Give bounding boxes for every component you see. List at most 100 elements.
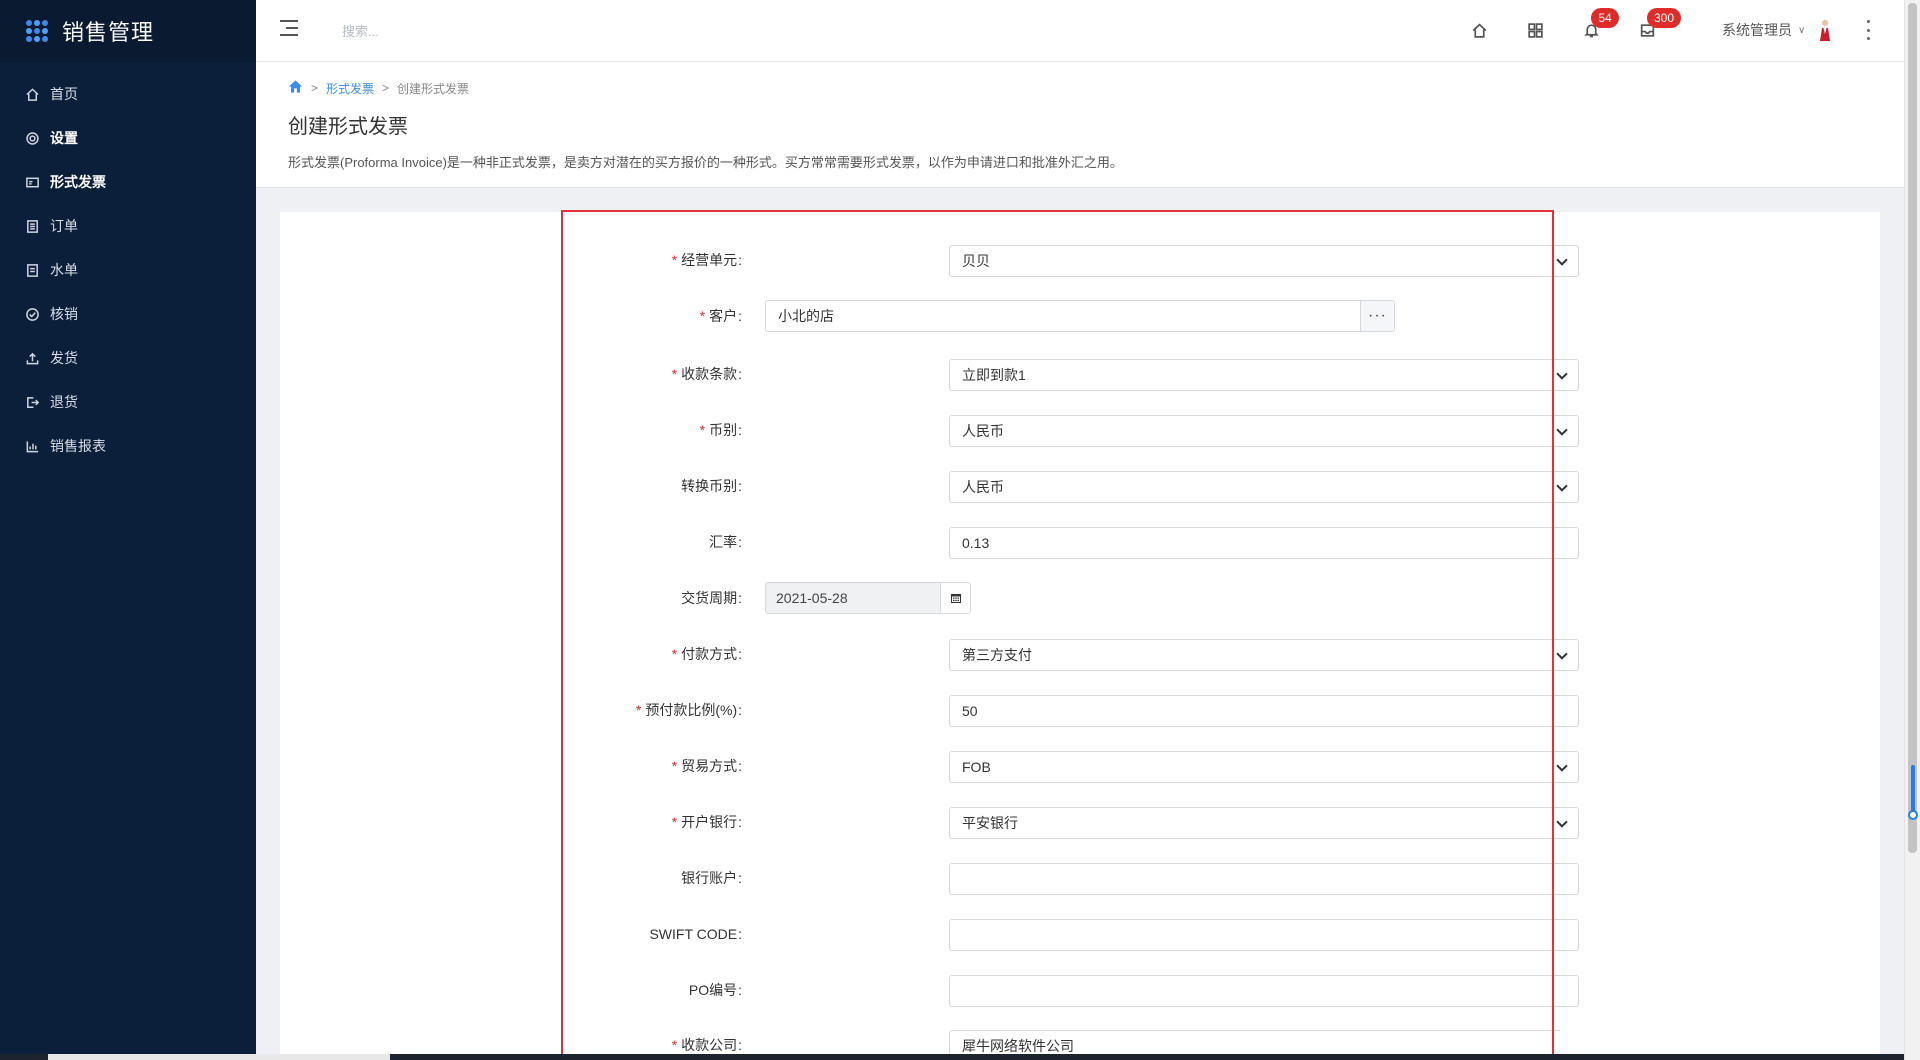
bank-select[interactable]: 平安银行 bbox=[949, 807, 1579, 839]
search-input[interactable] bbox=[342, 18, 642, 44]
top-bar: 54 300 系统管理员 ∨ bbox=[256, 0, 1904, 62]
date-picker: 2021-05-28 bbox=[765, 582, 971, 614]
field-label: * 预付款比例(%): bbox=[635, 702, 742, 718]
message-icon[interactable]: 300 bbox=[1635, 8, 1681, 42]
more-options-icon[interactable] bbox=[1864, 20, 1872, 40]
currency-select[interactable]: 人民币 bbox=[949, 415, 1579, 447]
field-label: * 收款公司: bbox=[671, 1036, 742, 1053]
sidebar-item-returns[interactable]: 退货 bbox=[0, 380, 256, 424]
bank-account-input[interactable] bbox=[949, 863, 1579, 895]
scrollbar-thumb[interactable] bbox=[1908, 3, 1917, 853]
app-title: 销售管理 bbox=[62, 20, 155, 45]
sidebar-item-home[interactable]: 首页 bbox=[0, 72, 256, 116]
sidebar-item-writeoff[interactable]: 核销 bbox=[0, 292, 256, 336]
sidebar-item-label: 首页 bbox=[50, 86, 78, 102]
chevron-down-icon bbox=[1556, 648, 1568, 660]
customer-picker: 小北的店 ··· bbox=[765, 300, 1395, 332]
form-row-delivery-date: 交货周期: 2021-05-28 bbox=[560, 581, 1560, 615]
chevron-down-icon bbox=[1556, 816, 1568, 828]
swift-code-input[interactable] bbox=[949, 919, 1579, 951]
page-description: 形式发票(Proforma Invoice)是一种非正式发票，是卖方对潜在的买方… bbox=[288, 155, 1123, 170]
po-number-input[interactable] bbox=[949, 975, 1579, 1007]
brand[interactable]: 销售管理 bbox=[0, 0, 256, 62]
breadcrumb-current: 创建形式发票 bbox=[397, 81, 470, 96]
chevron-down-icon: ∨ bbox=[1798, 24, 1806, 36]
bottom-strip bbox=[0, 1054, 1904, 1060]
field-label: * 开户银行: bbox=[671, 814, 742, 830]
field-label: * 收款条款: bbox=[671, 366, 742, 382]
logout-icon bbox=[24, 394, 40, 410]
form-row-po-number: PO编号: bbox=[560, 973, 1579, 1007]
form-row-swift-code: SWIFT CODE: bbox=[560, 917, 1579, 951]
breadcrumb-separator: > bbox=[382, 81, 390, 95]
avatar bbox=[1820, 19, 1831, 41]
field-label: 银行账户: bbox=[681, 870, 742, 886]
trade-mode-select[interactable]: FOB bbox=[949, 751, 1579, 783]
message-badge: 300 bbox=[1647, 8, 1681, 28]
sidebar-item-sales-report[interactable]: 销售报表 bbox=[0, 424, 256, 468]
breadcrumb-parent-link[interactable]: 形式发票 bbox=[326, 80, 374, 97]
exchange-rate-input[interactable]: 0.13 bbox=[949, 527, 1579, 559]
field-label: * 客户: bbox=[699, 308, 742, 324]
sidebar-item-label: 水单 bbox=[50, 262, 78, 278]
form-row-convert-currency: 转换币别: 人民币 bbox=[560, 469, 1579, 503]
field-label: PO编号: bbox=[688, 982, 742, 998]
chevron-down-icon bbox=[1556, 424, 1568, 436]
sidebar-item-label: 发货 bbox=[50, 350, 78, 366]
home-icon bbox=[24, 86, 40, 102]
scroll-indicator-dot bbox=[1908, 810, 1918, 820]
bell-icon[interactable]: 54 bbox=[1579, 8, 1619, 42]
convert-currency-select[interactable]: 人民币 bbox=[949, 471, 1579, 503]
chevron-down-icon bbox=[1556, 480, 1568, 492]
gear-icon bbox=[24, 130, 40, 146]
payment-method-select[interactable]: 第三方支付 bbox=[949, 639, 1579, 671]
user-menu[interactable]: 系统管理员 ∨ bbox=[1722, 18, 1833, 42]
sidebar-item-proforma-invoice[interactable]: 形式发票 bbox=[0, 160, 256, 204]
payment-terms-select[interactable]: 立即到款1 bbox=[949, 359, 1579, 391]
field-label: 转换币别: bbox=[681, 478, 742, 494]
chevron-down-icon bbox=[1556, 368, 1568, 380]
field-label: 汇率: bbox=[709, 534, 742, 550]
scrollbar[interactable] bbox=[1904, 0, 1920, 1060]
breadcrumb: > 形式发票 > 创建形式发票 bbox=[288, 79, 469, 97]
field-label: SWIFT CODE: bbox=[649, 926, 742, 942]
field-label: 交货周期: bbox=[681, 590, 742, 606]
calendar-icon[interactable] bbox=[941, 582, 971, 614]
breadcrumb-home-icon[interactable] bbox=[288, 79, 303, 97]
customer-input[interactable]: 小北的店 bbox=[765, 300, 1361, 332]
sidebar-item-label: 销售报表 bbox=[50, 438, 106, 454]
bar-chart-icon bbox=[24, 438, 40, 454]
form-row-payment-method: * 付款方式: 第三方支付 bbox=[560, 637, 1579, 671]
form-row-business-unit: * 经营单元: 贝贝 bbox=[560, 243, 1579, 277]
form-row-exchange-rate: 汇率: 0.13 bbox=[560, 525, 1579, 559]
business-unit-select[interactable]: 贝贝 bbox=[949, 245, 1579, 277]
breadcrumb-separator: > bbox=[311, 81, 319, 95]
field-label: * 付款方式: bbox=[671, 646, 742, 662]
sidebar-item-label: 核销 bbox=[50, 306, 78, 322]
form-row-prepay-ratio: * 预付款比例(%): 50 bbox=[560, 693, 1579, 727]
sidebar-item-label: 订单 bbox=[50, 218, 78, 234]
check-circle-icon bbox=[24, 306, 40, 322]
order-icon bbox=[24, 218, 40, 234]
notification-badge: 54 bbox=[1591, 8, 1619, 28]
field-label: * 经营单元: bbox=[671, 252, 742, 268]
menu-toggle-icon[interactable] bbox=[278, 20, 298, 40]
home-icon[interactable] bbox=[1467, 18, 1491, 42]
sidebar-item-orders[interactable]: 订单 bbox=[0, 204, 256, 248]
sidebar-item-receipts[interactable]: 水单 bbox=[0, 248, 256, 292]
sidebar-nav: 首页 设置 形式发票 订单 水单 核销 发货 退货 销售报表 bbox=[0, 72, 256, 468]
sidebar: 销售管理 首页 设置 形式发票 订单 水单 核销 发货 退货 销售报表 bbox=[0, 0, 256, 1060]
form-row-customer: * 客户: 小北的店 ··· bbox=[560, 299, 1560, 333]
chevron-down-icon bbox=[1556, 760, 1568, 772]
customer-lookup-button[interactable]: ··· bbox=[1361, 300, 1395, 332]
apps-grid-icon bbox=[26, 20, 48, 42]
sidebar-item-settings[interactable]: 设置 bbox=[0, 116, 256, 160]
chevron-down-icon bbox=[1556, 254, 1568, 266]
form-row-bank-account: 银行账户: bbox=[560, 861, 1579, 895]
sidebar-item-label: 形式发票 bbox=[50, 174, 106, 190]
prepay-ratio-input[interactable]: 50 bbox=[949, 695, 1579, 727]
delivery-date-input[interactable]: 2021-05-28 bbox=[765, 582, 941, 614]
upload-icon bbox=[24, 350, 40, 366]
apps-icon[interactable] bbox=[1523, 18, 1547, 42]
sidebar-item-shipping[interactable]: 发货 bbox=[0, 336, 256, 380]
